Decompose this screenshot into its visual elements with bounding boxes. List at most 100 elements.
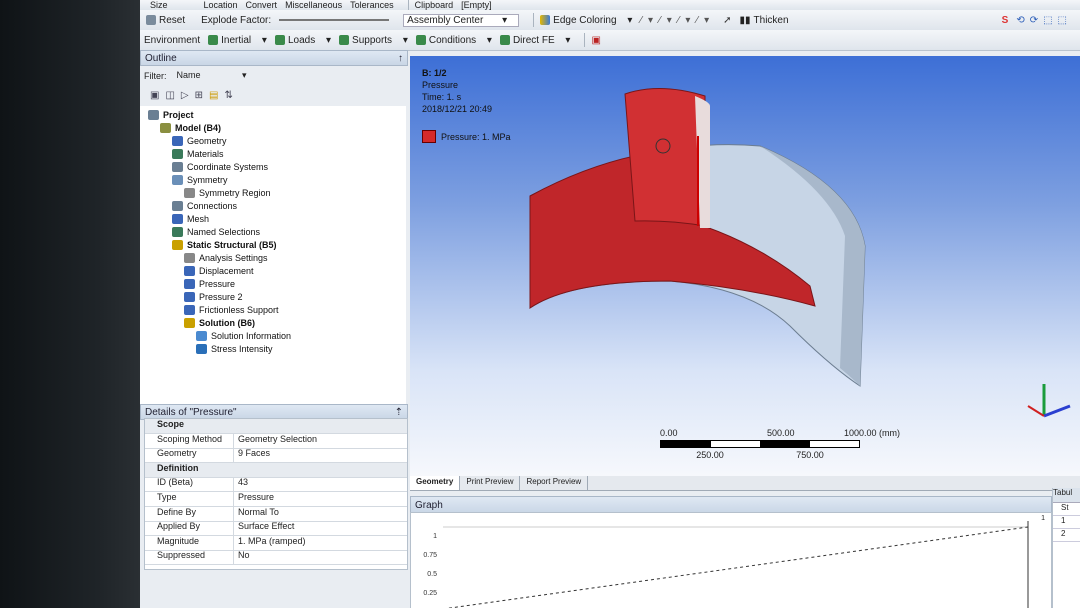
pin-icon[interactable]: ↑: [398, 53, 403, 64]
filter-select[interactable]: Name ▾: [177, 70, 247, 81]
tree-node[interactable]: Named Selections: [172, 227, 260, 237]
tree-node[interactable]: Pressure 2: [184, 292, 243, 302]
ime-icon[interactable]: S: [1002, 15, 1009, 26]
tree-node[interactable]: Connections: [172, 201, 237, 211]
graph-ytick: 0.75: [423, 552, 437, 559]
details-row[interactable]: ID (Beta) 43: [145, 477, 407, 493]
tree-node-icon: [184, 305, 195, 315]
tree-node-label: Project: [163, 110, 194, 120]
tree-node[interactable]: Geometry: [172, 136, 227, 146]
tab-report-preview[interactable]: Report Preview: [520, 476, 589, 490]
legend-swatch: [422, 130, 436, 143]
window-controls[interactable]: ⟲⟳⬚⬚: [1016, 15, 1072, 26]
tree-node[interactable]: Materials: [172, 149, 224, 159]
toolbar-row-3: Environment Inertial ▾ Loads ▾ Supports …: [140, 30, 1080, 51]
scale-bar-graphic: [660, 440, 860, 448]
tree-node[interactable]: Coordinate Systems: [172, 162, 268, 172]
tree-node-label: Static Structural (B5): [187, 240, 277, 250]
tree-tool-icon-3[interactable]: ▷: [181, 90, 189, 101]
outline-filter: Filter: Name ▾: [144, 70, 247, 81]
monitor-bezel: [0, 0, 140, 608]
tab-print-preview[interactable]: Print Preview: [460, 476, 521, 490]
ansys-mechanical-window: Size Location Convert Miscellaneous Tole…: [140, 0, 1080, 608]
details-pin-icon[interactable]: ⇡: [395, 407, 403, 418]
tree-node[interactable]: Static Structural (B5): [172, 240, 277, 250]
tree-node[interactable]: Solution (B6): [184, 318, 255, 328]
tree-node-label: Connections: [187, 201, 238, 211]
x-axis-icon: [1027, 405, 1045, 417]
graph-ytick: 1: [433, 533, 437, 540]
inertial-icon: [208, 35, 219, 45]
tree-node[interactable]: Stress Intensity: [196, 344, 273, 354]
model-geometry: [529, 88, 866, 387]
details-row[interactable]: Suppressed No: [145, 550, 407, 566]
supports-icon: [339, 35, 350, 45]
tree-node-label: Symmetry: [187, 175, 228, 185]
details-row[interactable]: Type Pressure: [145, 492, 407, 507]
inertial-button[interactable]: Inertial ▾: [208, 35, 267, 46]
size-button[interactable]: Size: [150, 0, 168, 10]
sort-icon[interactable]: ⇅: [224, 90, 232, 101]
tree-node-label: Solution (B6): [199, 318, 255, 328]
conditions-button[interactable]: Conditions ▾: [415, 35, 492, 46]
clipboard-button[interactable]: Clipboard: [415, 0, 454, 10]
z-axis-icon: [1043, 404, 1071, 418]
tolerances-button[interactable]: Tolerances: [350, 0, 394, 10]
graphics-viewport[interactable]: B: 1/2 Pressure Time: 1. s 2018/12/21 20…: [410, 56, 1080, 476]
tabular-row[interactable]: 2: [1053, 529, 1080, 542]
edge-style-icons[interactable]: ⁄▾⁄▾⁄▾⁄▾: [640, 15, 715, 26]
tabular-row[interactable]: 1: [1053, 516, 1080, 529]
tree-node[interactable]: Frictionless Support: [184, 305, 279, 315]
scale-label-1000: 1000.00 (mm): [843, 428, 900, 438]
edge-coloring-button[interactable]: Edge Coloring ▾: [540, 15, 632, 26]
tree-node-label: Mesh: [187, 214, 210, 224]
scale-label-750: 750.00: [796, 450, 824, 460]
reset-button[interactable]: Reset: [146, 15, 193, 26]
axis-triad[interactable]: [1020, 378, 1076, 428]
tree-node[interactable]: Solution Information: [196, 331, 291, 341]
tabular-data-panel: Tabul St 1 2: [1052, 488, 1080, 608]
tree-tool-icon-5[interactable]: ▤: [209, 90, 218, 101]
tab-geometry[interactable]: Geometry: [410, 476, 461, 490]
tree-node-icon: [172, 227, 183, 237]
details-section: Scope: [145, 419, 407, 434]
assembly-center-select[interactable]: Assembly Center ▾: [403, 13, 520, 27]
tree-node[interactable]: Pressure: [184, 279, 235, 289]
tree-node-icon: [172, 175, 183, 185]
details-row[interactable]: Define By Normal To: [145, 506, 407, 522]
pointer-icon[interactable]: ➚: [723, 15, 731, 26]
tree-tool-icon-2[interactable]: ◫: [165, 90, 174, 101]
inner-tube[interactable]: [624, 88, 706, 227]
tree-node-icon: [172, 162, 183, 172]
details-row[interactable]: Magnitude 1. MPa (ramped): [145, 535, 407, 551]
details-row[interactable]: Applied By Surface Effect: [145, 521, 407, 537]
misc-button[interactable]: Miscellaneous: [285, 0, 342, 10]
details-row[interactable]: Geometry 9 Faces: [145, 448, 407, 464]
details-row[interactable]: Scoping Method Geometry Selection: [145, 433, 407, 449]
direct-fe-button[interactable]: Direct FE ▾: [499, 35, 570, 46]
tree-node[interactable]: Mesh: [172, 214, 209, 224]
tabular-row[interactable]: St: [1053, 503, 1080, 516]
tree-node[interactable]: Symmetry: [172, 175, 228, 185]
tree-node[interactable]: Analysis Settings: [184, 253, 268, 263]
report-icon[interactable]: ▣: [591, 35, 600, 46]
supports-button[interactable]: Supports ▾: [339, 35, 408, 46]
tree-node[interactable]: Project: [148, 110, 194, 120]
viewport-label-time: Time: 1. s: [422, 92, 462, 102]
viewport-label-type: Pressure: [422, 80, 459, 90]
thicken-button[interactable]: ▮▮ Thicken: [740, 15, 797, 26]
loads-button[interactable]: Loads ▾: [274, 35, 331, 46]
graph-panel: 1 0.75 0.5 0.25 1: [410, 512, 1052, 608]
tree-tool-icon-1[interactable]: ▣: [150, 90, 159, 101]
tree-tool-icon-4[interactable]: ⊞: [195, 90, 203, 101]
explode-slider[interactable]: [279, 19, 390, 21]
tree-node[interactable]: Model (B4): [160, 123, 221, 133]
location-button[interactable]: Location: [204, 0, 238, 10]
tree-node[interactable]: Displacement: [184, 266, 254, 276]
tree-node[interactable]: Symmetry Region: [184, 188, 271, 198]
scale-label-250: 250.00: [696, 450, 724, 460]
tree-node-icon: [172, 201, 183, 211]
tree-node-label: Symmetry Region: [199, 188, 271, 198]
convert-button[interactable]: Convert: [246, 0, 278, 10]
outline-header: Outline ↑: [140, 50, 408, 66]
